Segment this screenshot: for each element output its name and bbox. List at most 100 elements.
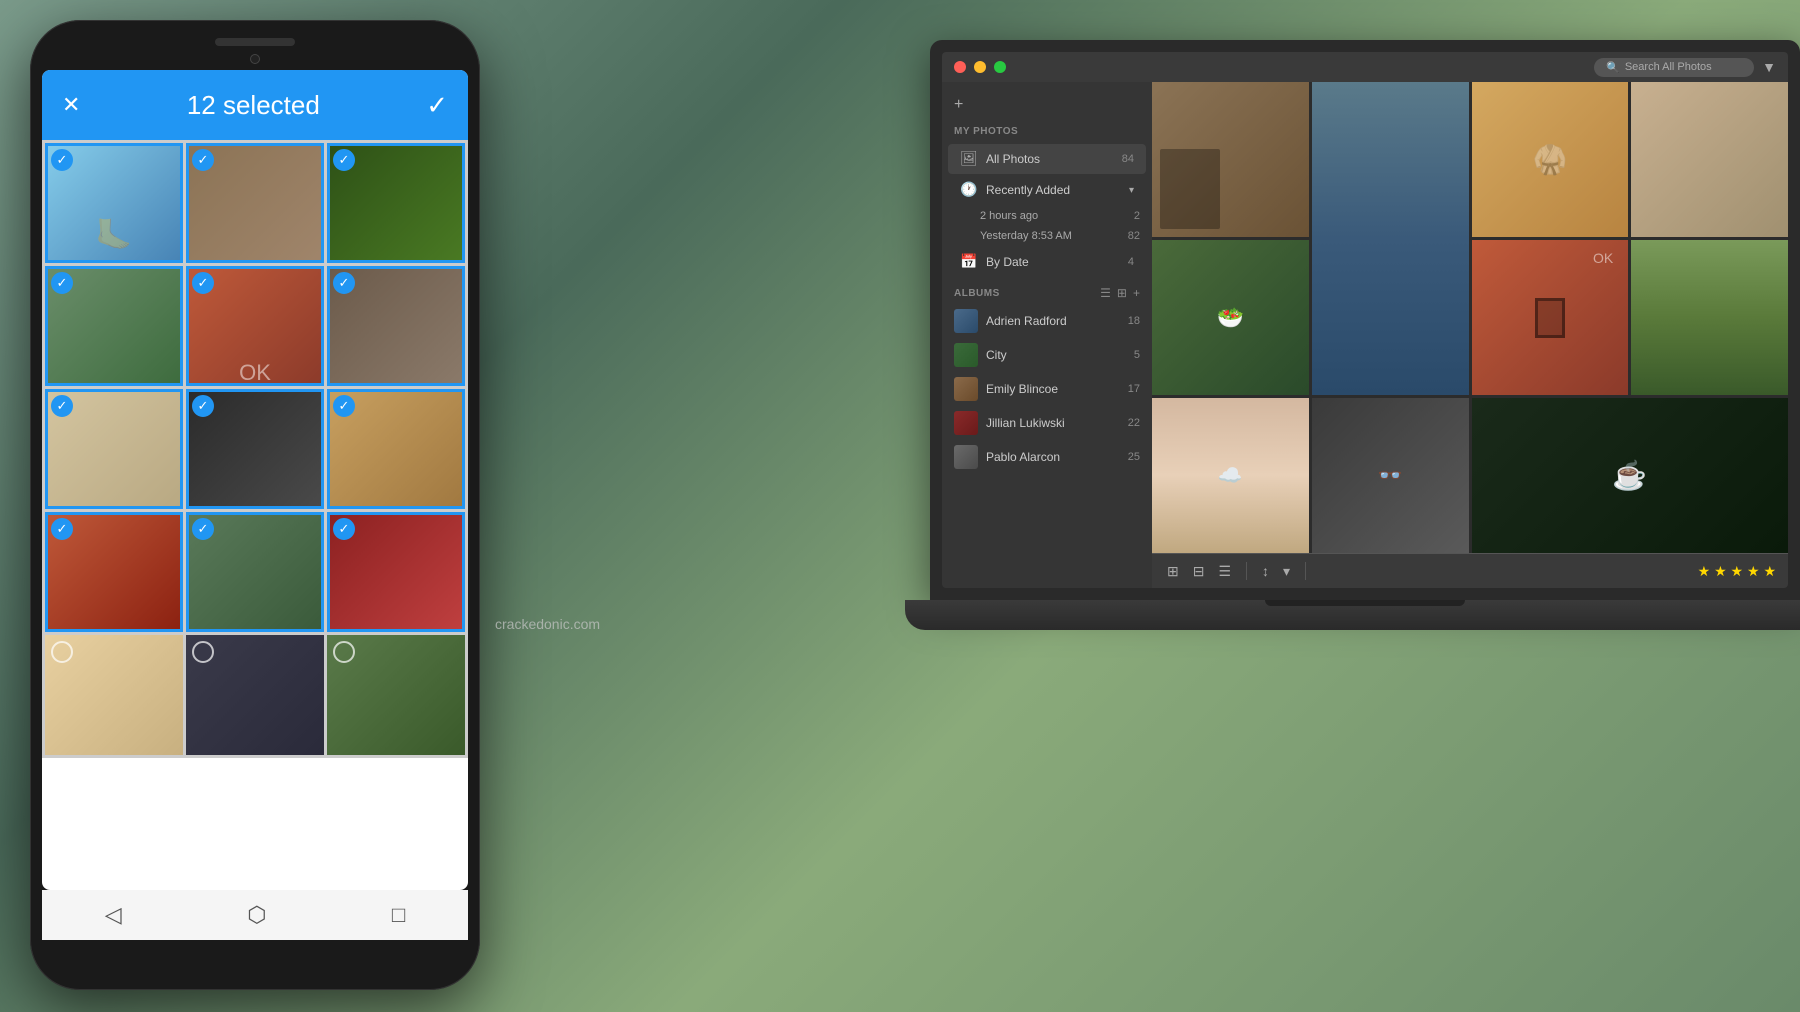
recently-added-label: Recently Added	[986, 183, 1125, 197]
phone-photo-5[interactable]: ✓ OK	[186, 266, 324, 386]
sidebar-album-emily[interactable]: Emily Blincoe 17	[942, 372, 1152, 406]
yesterday-label: Yesterday 8:53 AM	[980, 230, 1128, 242]
phone-photo-13[interactable]	[45, 635, 183, 755]
phone-photo-1[interactable]: ✓ 🦶	[45, 143, 183, 263]
sidebar-album-city[interactable]: City 5	[942, 338, 1152, 372]
star-3[interactable]: ★	[1731, 563, 1744, 579]
toolbar-divider-1	[1246, 562, 1247, 580]
album-count-adrien: 18	[1128, 315, 1140, 327]
add-album-icon[interactable]: +	[1133, 286, 1140, 300]
albums-view-icons: ☰ ⊞ +	[1100, 286, 1140, 300]
phone-recent-button[interactable]: □	[392, 902, 405, 928]
phone-photo-11[interactable]: ✓	[186, 512, 324, 632]
search-icon: 🔍	[1606, 61, 1620, 74]
phone-photo-15[interactable]	[327, 635, 465, 755]
mac-maximize-button[interactable]	[994, 61, 1006, 73]
phone-photo-9[interactable]: ✓	[327, 389, 465, 509]
star-rating[interactable]: ★ ★ ★ ★ ★	[1698, 563, 1776, 580]
laptop-hinge	[1265, 600, 1465, 606]
mosaic-photo-8[interactable]: ☁️	[1152, 398, 1309, 553]
mosaic-photo-3[interactable]: 🥋	[1472, 82, 1629, 237]
mosaic-photo-10[interactable]: ☕	[1472, 398, 1789, 553]
phone-close-icon[interactable]: ✕	[62, 92, 80, 118]
phone-photo-4[interactable]: ✓	[45, 266, 183, 386]
phone-home-button[interactable]: ⬡	[247, 902, 266, 928]
mac-minimize-button[interactable]	[974, 61, 986, 73]
bottom-toolbar: ⊞ ⊟ ☰ ↕ ▾ ★ ★ ★ ★ ★	[1152, 553, 1788, 588]
phone-photo-8[interactable]: ✓	[186, 389, 324, 509]
album-label-adrien: Adrien Radford	[986, 314, 1128, 328]
mosaic-photo-9[interactable]: 👓	[1312, 398, 1469, 553]
phone-photo-10[interactable]: ✓	[45, 512, 183, 632]
list-view-icon[interactable]: ☰	[1100, 286, 1111, 300]
phone-screen: ✕ 12 selected ✓ ✓ 🦶 ✓ ✓	[42, 70, 468, 890]
sidebar-album-pablo[interactable]: Pablo Alarcon 25	[942, 440, 1152, 474]
phone-speaker	[215, 38, 295, 46]
phone-check-1: ✓	[51, 149, 73, 171]
filter-icon[interactable]: ▼	[1762, 59, 1776, 75]
grid-large-icon[interactable]: ⊞	[1164, 560, 1182, 583]
album-thumb-jillian	[954, 411, 978, 435]
phone-check-4: ✓	[51, 272, 73, 294]
laptop-base	[905, 600, 1800, 630]
star-4[interactable]: ★	[1747, 563, 1760, 579]
by-date-label: By Date	[986, 255, 1128, 269]
app-content: + MY PHOTOS 🖼 All Photos 84 🕐 Recently A…	[942, 82, 1788, 588]
phone-photo-7[interactable]: ✓	[45, 389, 183, 509]
sort-icon[interactable]: ↕	[1259, 560, 1272, 582]
list-view-toolbar-icon[interactable]: ☰	[1215, 560, 1234, 583]
star-2[interactable]: ★	[1714, 563, 1727, 579]
sidebar-item-recently-added[interactable]: 🕐 Recently Added ▾	[948, 175, 1146, 205]
star-1[interactable]: ★	[1698, 563, 1711, 579]
phone-back-button[interactable]: ◁	[105, 902, 122, 928]
star-5[interactable]: ★	[1763, 563, 1776, 579]
phone-check-5: ✓	[192, 272, 214, 294]
albums-section-title: ALBUMS	[954, 288, 1100, 299]
mosaic-photo-4[interactable]	[1631, 82, 1788, 237]
sidebar-album-adrien[interactable]: Adrien Radford 18	[942, 304, 1152, 338]
mac-search-box[interactable]: 🔍 Search All Photos	[1594, 58, 1754, 77]
phone-confirm-icon[interactable]: ✓	[426, 90, 448, 121]
sidebar-sub-2hours[interactable]: 2 hours ago 2	[942, 206, 1152, 226]
toolbar-divider-2	[1305, 562, 1306, 580]
album-count-emily: 17	[1128, 383, 1140, 395]
plus-icon: +	[954, 96, 963, 114]
phone-body: ✕ 12 selected ✓ ✓ 🦶 ✓ ✓	[30, 20, 480, 990]
sidebar-add-button[interactable]: +	[942, 90, 1152, 120]
phone-uncheck-13	[51, 641, 73, 663]
photos-icon: 🖼	[960, 150, 978, 168]
phone-check-7: ✓	[51, 395, 73, 417]
mac-close-button[interactable]	[954, 61, 966, 73]
mosaic-photo-6[interactable]: OK	[1472, 240, 1629, 395]
sidebar-item-by-date[interactable]: 📅 By Date 4	[948, 247, 1146, 277]
album-count-pablo: 25	[1128, 451, 1140, 463]
sort-direction-icon[interactable]: ▾	[1280, 560, 1293, 583]
grid-medium-icon[interactable]: ⊟	[1190, 560, 1208, 583]
sidebar-item-all-photos[interactable]: 🖼 All Photos 84	[948, 144, 1146, 174]
yesterday-count: 82	[1128, 230, 1140, 242]
chevron-down-icon: ▾	[1129, 185, 1134, 196]
mosaic-photo-7[interactable]	[1631, 240, 1788, 395]
laptop-device: 🔍 Search All Photos ▼ + MY PHOTOS �	[930, 40, 1800, 940]
phone-photo-3[interactable]: ✓	[327, 143, 465, 263]
calendar-icon: 📅	[960, 253, 978, 271]
all-photos-label: All Photos	[986, 152, 1122, 166]
sidebar-album-jillian[interactable]: Jillian Lukiwski 22	[942, 406, 1152, 440]
sidebar-sub-yesterday[interactable]: Yesterday 8:53 AM 82	[942, 226, 1152, 246]
phone-device: ✕ 12 selected ✓ ✓ 🦶 ✓ ✓	[30, 20, 490, 1000]
phone-photo-12[interactable]: ✓	[327, 512, 465, 632]
phone-photo-6[interactable]: ✓	[327, 266, 465, 386]
mosaic-photo-1[interactable]	[1152, 82, 1309, 237]
mosaic-photo-2[interactable]	[1312, 82, 1469, 395]
clock-icon: 🕐	[960, 181, 978, 199]
all-photos-count: 84	[1122, 153, 1134, 165]
mosaic-photo-5[interactable]: 🥗	[1152, 240, 1309, 395]
search-placeholder: Search All Photos	[1625, 61, 1712, 73]
phone-photo-14[interactable]	[186, 635, 324, 755]
album-label-city: City	[986, 348, 1134, 362]
phone-uncheck-15	[333, 641, 355, 663]
phone-uncheck-14	[192, 641, 214, 663]
by-date-count: 4	[1128, 256, 1134, 268]
phone-photo-2[interactable]: ✓	[186, 143, 324, 263]
grid-view-icon[interactable]: ⊞	[1117, 286, 1127, 300]
